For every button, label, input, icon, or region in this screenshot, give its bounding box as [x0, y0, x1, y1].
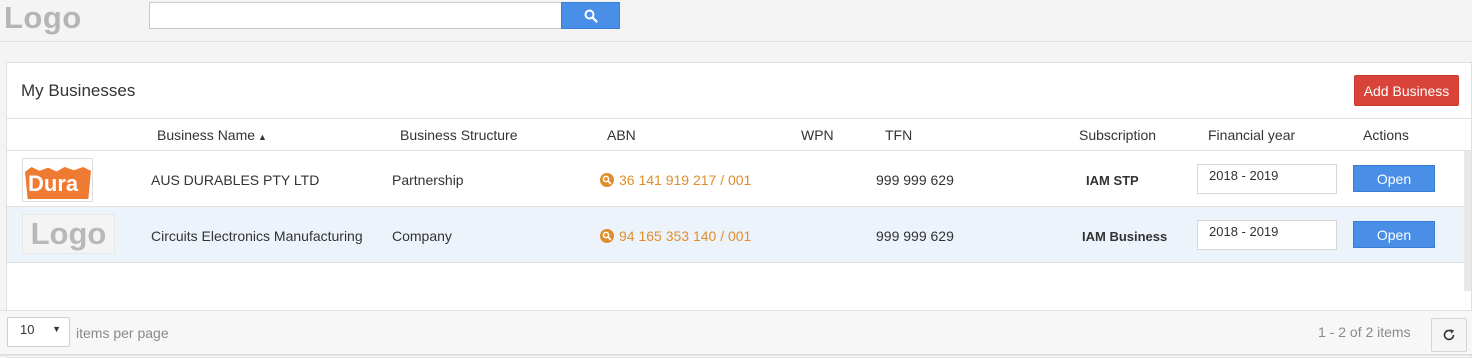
table-header: Business Name ▲ Business Structure ABN WP…	[7, 118, 1471, 151]
search-icon	[584, 9, 598, 23]
chevron-down-icon: ▼	[52, 324, 61, 334]
column-header-tfn[interactable]: TFN	[885, 127, 912, 143]
search-button[interactable]	[561, 2, 620, 29]
abn-lookup-icon	[600, 173, 614, 187]
vertical-scrollbar[interactable]	[1464, 151, 1471, 291]
table-row: Logo Circuits Electronics Manufacturing …	[7, 207, 1465, 263]
column-header-subscription[interactable]: Subscription	[1079, 127, 1156, 143]
abn-value: 36 141 919 217 / 001	[619, 172, 752, 188]
subscription-value: IAM STP	[1086, 173, 1139, 188]
sort-ascending-icon: ▲	[258, 132, 267, 142]
business-structure: Company	[392, 228, 452, 244]
column-header-actions: Actions	[1363, 127, 1409, 143]
column-header-business-structure[interactable]: Business Structure	[400, 127, 518, 143]
column-header-financial-year[interactable]: Financial year	[1208, 127, 1295, 143]
refresh-button[interactable]	[1431, 318, 1467, 352]
page-size-dropdown[interactable]: 10 ▼	[7, 317, 70, 347]
refresh-icon	[1443, 329, 1455, 341]
app-logo[interactable]: Logo	[4, 0, 82, 36]
open-button[interactable]: Open	[1353, 165, 1435, 192]
column-header-business-name[interactable]: Business Name ▲	[157, 127, 267, 143]
add-business-button[interactable]: Add Business	[1354, 75, 1459, 106]
tfn-value: 999 999 629	[876, 172, 954, 188]
financial-year-select[interactable]: 2018 - 2019	[1197, 220, 1337, 250]
abn-value: 94 165 353 140 / 001	[619, 228, 752, 244]
business-name: AUS DURABLES PTY LTD	[151, 172, 320, 188]
business-structure: Partnership	[392, 172, 464, 188]
top-bar: Logo	[0, 0, 1472, 42]
column-header-abn[interactable]: ABN	[607, 127, 636, 143]
search-input[interactable]	[149, 2, 562, 29]
business-logo: Dura	[22, 158, 93, 202]
panel-title: My Businesses	[21, 81, 136, 100]
business-logo: Logo	[22, 214, 115, 254]
items-per-page-label: items per page	[76, 325, 169, 341]
subscription-value: IAM Business	[1082, 229, 1168, 244]
financial-year-select[interactable]: 2018 - 2019	[1197, 164, 1337, 194]
item-count: 1 - 2 of 2 items	[1318, 324, 1411, 340]
tfn-value: 999 999 629	[876, 228, 954, 244]
open-button[interactable]: Open	[1353, 221, 1435, 248]
table-row: Dura AUS DURABLES PTY LTD Partnership 36…	[7, 151, 1465, 207]
column-header-wpn[interactable]: WPN	[801, 127, 834, 143]
abn-link[interactable]: 94 165 353 140 / 001	[600, 228, 751, 244]
abn-lookup-icon	[600, 229, 614, 243]
pager: 10 ▼ items per page 1 - 2 of 2 items	[0, 310, 1472, 356]
business-name: Circuits Electronics Manufacturing	[151, 228, 363, 244]
abn-link[interactable]: 36 141 919 217 / 001	[600, 172, 751, 188]
